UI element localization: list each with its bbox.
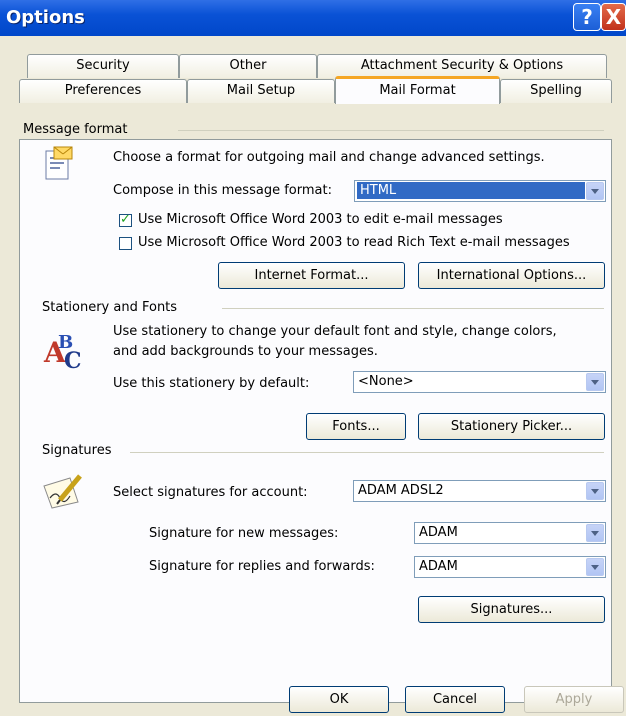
replies-signature-select[interactable]: ADAM	[414, 556, 606, 578]
stationery-divider	[222, 308, 604, 309]
use-word-read-checkbox[interactable]	[119, 237, 132, 250]
message-format-heading: Message format	[23, 122, 128, 137]
signatures-divider	[130, 452, 604, 453]
compose-format-select[interactable]: HTML	[354, 180, 606, 202]
use-word-read-label[interactable]: Use Microsoft Office Word 2003 to read R…	[138, 235, 570, 250]
stationery-fonts-icon: A B C	[43, 332, 82, 372]
tab-security[interactable]: Security	[27, 54, 179, 78]
fonts-button[interactable]: Fonts...	[306, 413, 406, 440]
message-format-icon	[45, 146, 73, 180]
new-message-signature-label: Signature for new messages:	[149, 526, 339, 541]
stationery-description-line2: and add backgrounds to your messages.	[113, 344, 378, 359]
cancel-button[interactable]: Cancel	[405, 686, 505, 713]
message-format-description: Choose a format for outgoing mail and ch…	[113, 150, 545, 165]
signature-account-select[interactable]: ADAM ADSL2	[353, 480, 606, 502]
close-button[interactable]: X	[601, 3, 626, 31]
replies-signature-value: ADAM	[419, 559, 458, 574]
tab-attachment-security[interactable]: Attachment Security & Options	[317, 54, 607, 78]
international-options-button[interactable]: International Options...	[418, 262, 605, 289]
new-message-signature-select[interactable]: ADAM	[414, 522, 606, 544]
stationery-description-line1: Use stationery to change your default fo…	[113, 324, 557, 339]
chevron-down-icon[interactable]	[586, 182, 604, 200]
chevron-down-icon[interactable]	[586, 482, 604, 500]
tab-preferences[interactable]: Preferences	[19, 79, 187, 103]
tab-mail-setup[interactable]: Mail Setup	[187, 79, 335, 103]
signature-account-value: ADAM ADSL2	[358, 483, 444, 498]
stationery-heading: Stationery and Fonts	[42, 300, 178, 315]
window-title: Options	[6, 7, 85, 28]
stationery-default-select[interactable]: <None>	[353, 371, 606, 393]
title-bar[interactable]: Options ? X	[0, 0, 626, 36]
message-format-divider	[178, 130, 604, 131]
new-message-signature-value: ADAM	[419, 525, 458, 540]
signature-account-label: Select signatures for account:	[113, 485, 308, 500]
stationery-default-value: <None>	[358, 374, 414, 389]
tab-spelling[interactable]: Spelling	[500, 79, 612, 103]
svg-text:C: C	[64, 348, 82, 372]
help-button[interactable]: ?	[573, 3, 601, 31]
use-word-edit-checkbox[interactable]	[119, 212, 132, 227]
replies-signature-label: Signature for replies and forwards:	[149, 559, 375, 574]
chevron-down-icon[interactable]	[586, 558, 604, 576]
tab-other[interactable]: Other	[179, 54, 317, 78]
chevron-down-icon[interactable]	[586, 524, 604, 542]
ok-button[interactable]: OK	[289, 686, 389, 713]
stationery-picker-button[interactable]: Stationery Picker...	[418, 413, 605, 440]
signature-pen-icon	[43, 474, 82, 509]
signatures-heading: Signatures	[42, 443, 112, 458]
apply-button[interactable]: Apply	[524, 686, 624, 713]
stationery-default-label: Use this stationery by default:	[113, 376, 310, 391]
tab-mail-format[interactable]: Mail Format	[335, 76, 500, 104]
signatures-button[interactable]: Signatures...	[418, 596, 605, 623]
compose-format-label: Compose in this message format:	[113, 183, 332, 198]
compose-format-value: HTML	[357, 182, 585, 199]
internet-format-button[interactable]: Internet Format...	[218, 262, 405, 289]
use-word-edit-label[interactable]: Use Microsoft Office Word 2003 to edit e…	[138, 212, 503, 227]
chevron-down-icon[interactable]	[586, 373, 604, 391]
